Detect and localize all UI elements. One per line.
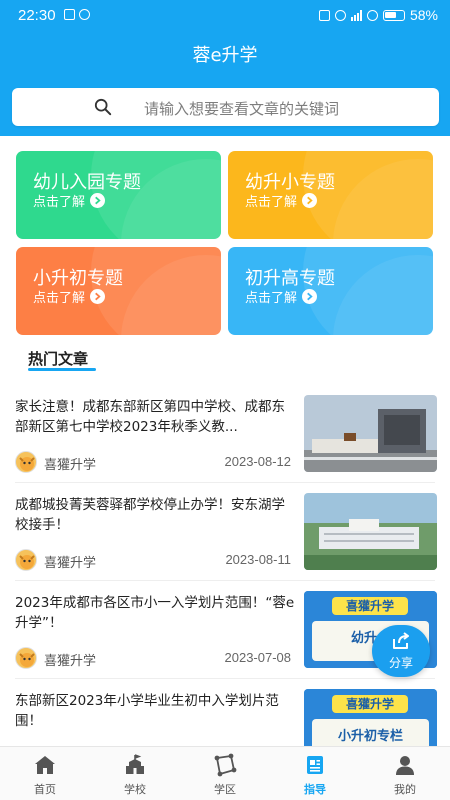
nav-label: 我的 bbox=[394, 783, 416, 796]
author-avatar bbox=[15, 549, 37, 571]
category-card-subtitle: 点击了解 bbox=[33, 191, 106, 210]
category-card-senior[interactable]: 初升高专题 点击了解 bbox=[228, 247, 433, 335]
thumbnail-banner: 喜獾升学 bbox=[332, 695, 408, 713]
category-card-cta: 点击了解 bbox=[245, 291, 298, 306]
article-thumbnail bbox=[304, 493, 437, 570]
article-meta: 喜獾升学 2023-08-11 bbox=[15, 549, 295, 571]
nav-label: 学区 bbox=[214, 783, 236, 796]
arrow-right-icon bbox=[302, 193, 318, 208]
category-card-subtitle: 点击了解 bbox=[245, 287, 318, 306]
section-title: 热门文章 bbox=[28, 350, 89, 368]
category-grid: 幼儿入园专题 点击了解 幼升小专题 点击了解 小升初专题 点击了解 初升高专题 … bbox=[16, 151, 433, 335]
article-date: 2023-08-12 bbox=[224, 454, 292, 469]
article-item[interactable]: 家长注意！成都东部新区第四中学校、成都东部新区第七中学校2023年秋季义教...… bbox=[0, 385, 450, 483]
nav-item-profile[interactable]: 我的 bbox=[360, 747, 450, 800]
author-name: 喜獾升学 bbox=[44, 458, 97, 473]
notification-icon bbox=[64, 9, 75, 20]
district-icon bbox=[214, 753, 237, 777]
battery-icon bbox=[382, 9, 405, 21]
article-title: 2023年成都市各区市小一入学划片范围！“蓉e升学”！ bbox=[15, 595, 295, 631]
nav-item-home[interactable]: 首页 bbox=[0, 747, 90, 800]
home-icon bbox=[35, 756, 55, 774]
nav-label: 指导 bbox=[304, 783, 326, 796]
status-notification-icons bbox=[64, 9, 90, 20]
category-card-kindergarten[interactable]: 幼儿入园专题 点击了解 bbox=[16, 151, 221, 239]
nav-item-guide[interactable]: 指导 bbox=[270, 747, 360, 800]
signal-icon bbox=[350, 9, 362, 21]
app-header: 22:30 58% 蓉e升学 请输入想要查看文章的关键词 bbox=[0, 0, 450, 136]
article-date: 2023-07-08 bbox=[224, 650, 292, 665]
author-avatar bbox=[15, 451, 37, 473]
bluetooth-icon bbox=[334, 9, 346, 21]
category-card-subtitle: 点击了解 bbox=[33, 287, 106, 306]
speed-icon bbox=[79, 9, 90, 20]
category-card-cta: 点击了解 bbox=[33, 195, 86, 210]
status-system-icons: 58% bbox=[318, 7, 438, 23]
status-bar: 22:30 58% bbox=[0, 0, 450, 32]
category-card-cta: 点击了解 bbox=[245, 195, 298, 210]
article-title: 家长注意！成都东部新区第四中学校、成都东部新区第七中学校2023年秋季义教... bbox=[15, 399, 285, 435]
arrow-right-icon bbox=[90, 193, 106, 208]
share-label: 分享 bbox=[388, 656, 413, 670]
search-icon bbox=[94, 98, 112, 116]
search-placeholder: 请输入想要查看文章的关键词 bbox=[144, 100, 340, 118]
article-meta: 喜獾升学 2023-07-08 bbox=[15, 647, 295, 669]
battery-percent: 58% bbox=[409, 7, 438, 23]
author-name: 喜獾升学 bbox=[44, 654, 97, 669]
arrow-right-icon bbox=[90, 289, 106, 304]
article-title: 东部新区2023年小学毕业生初中入学划片范围！ bbox=[15, 693, 279, 729]
nav-item-district[interactable]: 学区 bbox=[180, 747, 270, 800]
nav-label: 学校 bbox=[124, 783, 146, 796]
article-date: 2023-08-11 bbox=[225, 552, 291, 567]
category-card-subtitle: 点击了解 bbox=[245, 191, 318, 210]
search-input[interactable]: 请输入想要查看文章的关键词 bbox=[12, 88, 439, 126]
nav-item-school[interactable]: 学校 bbox=[90, 747, 180, 800]
article-thumbnail bbox=[304, 395, 437, 472]
profile-icon bbox=[396, 756, 414, 775]
article-title: 成都城投菁芙蓉驿都学校停止办学！安东湖学校接手！ bbox=[15, 497, 285, 533]
share-button[interactable]: 分享 bbox=[372, 625, 430, 677]
author-avatar bbox=[15, 647, 37, 669]
thumbnail-caption: 小升初专栏 bbox=[337, 729, 403, 744]
article-item[interactable]: 成都城投菁芙蓉驿都学校停止办学！安东湖学校接手！ 喜獾升学 2023-08-11 bbox=[0, 483, 450, 581]
share-icon bbox=[393, 632, 409, 649]
arrow-right-icon bbox=[302, 289, 318, 304]
nav-label: 首页 bbox=[34, 783, 56, 796]
wifi-icon bbox=[366, 9, 378, 21]
status-time: 22:30 bbox=[18, 7, 56, 24]
category-card-cta: 点击了解 bbox=[33, 291, 86, 306]
category-card-junior[interactable]: 小升初专题 点击了解 bbox=[16, 247, 221, 335]
nfc-icon bbox=[318, 9, 330, 21]
section-underline bbox=[28, 368, 96, 371]
thumbnail-banner: 喜獾升学 bbox=[332, 597, 408, 615]
school-icon bbox=[126, 754, 144, 774]
guide-icon bbox=[307, 756, 323, 774]
bottom-nav: 首页 学校 学区 指导 我的 bbox=[0, 746, 450, 800]
category-card-primary[interactable]: 幼升小专题 点击了解 bbox=[228, 151, 433, 239]
page-title: 蓉e升学 bbox=[192, 45, 258, 66]
article-meta: 喜獾升学 2023-08-12 bbox=[15, 451, 295, 473]
author-name: 喜獾升学 bbox=[44, 556, 97, 571]
